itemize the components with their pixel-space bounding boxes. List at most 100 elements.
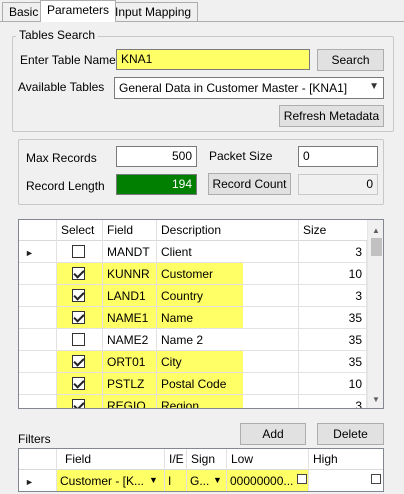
field-cell[interactable]: PSTLZ [103, 373, 157, 395]
select-checkbox[interactable] [72, 377, 85, 390]
max-records-label: Max Records [26, 151, 97, 165]
select-cell [57, 351, 103, 373]
filter-row-header[interactable]: ► [19, 470, 57, 491]
filter-header-sign[interactable]: Sign [187, 449, 227, 470]
chevron-down-icon: ▼ [369, 81, 379, 92]
tab-input-mapping[interactable]: Input Mapping [108, 2, 199, 21]
filter-header-field[interactable]: Field [57, 449, 165, 470]
row-header[interactable] [19, 373, 57, 395]
select-checkbox[interactable] [72, 245, 85, 258]
header-field[interactable]: Field [103, 220, 157, 241]
select-cell [57, 307, 103, 329]
filter-field-select[interactable]: Customer - [K... ▼ [57, 470, 165, 491]
scroll-thumb[interactable] [371, 238, 382, 256]
select-checkbox[interactable] [72, 311, 85, 324]
size-cell[interactable]: 35 [299, 351, 367, 373]
filter-header-ie[interactable]: I/E [165, 449, 187, 470]
max-records-input[interactable]: 500 [116, 146, 197, 167]
table-row[interactable]: ORT01 City 35 [19, 351, 367, 373]
description-cell[interactable]: Country [157, 285, 299, 307]
field-cell[interactable]: NAME1 [103, 307, 157, 329]
field-cell[interactable]: LAND1 [103, 285, 157, 307]
field-cell[interactable]: NAME2 [103, 329, 157, 351]
row-header[interactable] [19, 285, 57, 307]
available-tables-select[interactable]: General Data in Customer Master - [KNA1]… [114, 77, 384, 99]
size-cell[interactable]: 10 [299, 373, 367, 395]
chevron-down-icon: ▼ [213, 475, 222, 485]
size-cell[interactable]: 3 [299, 395, 367, 408]
filter-sign-select[interactable]: G... ▼ [187, 470, 227, 491]
size-cell[interactable]: 10 [299, 263, 367, 285]
table-row[interactable]: LAND1 Country 3 [19, 285, 367, 307]
size-cell[interactable]: 3 [299, 241, 367, 263]
row-header-column [19, 220, 57, 241]
filter-ie-select[interactable]: I [165, 470, 187, 491]
row-header[interactable] [19, 351, 57, 373]
packet-size-input[interactable]: 0 [298, 146, 378, 167]
field-cell[interactable]: REGIO [103, 395, 157, 408]
select-checkbox[interactable] [72, 399, 85, 408]
description-text: Country [157, 285, 243, 306]
field-cell[interactable]: KUNNR [103, 263, 157, 285]
size-cell[interactable]: 3 [299, 285, 367, 307]
scroll-down-icon[interactable]: ▼ [372, 395, 380, 404]
ellipsis-icon[interactable] [371, 474, 381, 484]
table-row[interactable]: NAME1 Name 35 [19, 307, 367, 329]
description-cell[interactable]: Name [157, 307, 299, 329]
search-button[interactable]: Search [317, 49, 384, 71]
row-header[interactable] [19, 263, 57, 285]
filter-ie-value: I [168, 474, 172, 488]
description-cell[interactable]: Name 2 [157, 329, 299, 351]
filters-grid: Field I/E Sign Low High ► Customer - [K.… [18, 448, 384, 492]
size-cell[interactable]: 35 [299, 307, 367, 329]
header-size[interactable]: Size [299, 220, 367, 241]
table-row[interactable]: NAME2 Name 2 35 [19, 329, 367, 351]
table-row[interactable]: PSTLZ Postal Code 10 [19, 373, 367, 395]
select-checkbox[interactable] [72, 355, 85, 368]
table-row[interactable]: KUNNR Customer 10 [19, 263, 367, 285]
description-cell[interactable]: City [157, 351, 299, 373]
select-checkbox[interactable] [72, 333, 85, 346]
filter-low-input[interactable]: 00000000... [227, 470, 309, 491]
filter-header-high[interactable]: High [309, 449, 383, 470]
delete-filter-button[interactable]: Delete [317, 423, 384, 445]
refresh-metadata-button[interactable]: Refresh Metadata [279, 105, 384, 127]
fields-grid: Select Field Description Size ► MANDT Clie… [18, 219, 384, 409]
select-cell [57, 373, 103, 395]
row-header[interactable] [19, 329, 57, 351]
tables-search-title: Tables Search [16, 28, 99, 42]
row-header[interactable] [19, 307, 57, 329]
header-description[interactable]: Description [157, 220, 299, 241]
header-select[interactable]: Select [57, 220, 103, 241]
tab-parameters[interactable]: Parameters [40, 0, 117, 22]
table-row[interactable]: ► MANDT Client 3 [19, 241, 367, 263]
row-header[interactable]: ► [19, 241, 57, 263]
field-cell[interactable]: MANDT [103, 241, 157, 263]
description-cell[interactable]: Region [157, 395, 299, 408]
table-row[interactable]: REGIO Region 3 [19, 395, 367, 408]
select-cell [57, 329, 103, 351]
description-cell[interactable]: Client [157, 241, 299, 263]
add-filter-button[interactable]: Add [240, 423, 306, 445]
filter-row-header-column [19, 449, 57, 470]
available-tables-label: Available Tables [18, 80, 105, 94]
filter-field-value: Customer - [K... [60, 474, 145, 488]
description-cell[interactable]: Postal Code [157, 373, 299, 395]
scroll-up-icon[interactable]: ▲ [372, 226, 380, 235]
select-checkbox[interactable] [72, 267, 85, 280]
table-name-input[interactable]: KNA1 [116, 49, 310, 70]
field-cell[interactable]: ORT01 [103, 351, 157, 373]
tab-basic[interactable]: Basic [2, 2, 46, 21]
filter-high-input[interactable] [309, 470, 383, 491]
size-cell[interactable]: 35 [299, 329, 367, 351]
description-cell[interactable]: Customer [157, 263, 299, 285]
description-text: Customer [157, 263, 243, 284]
filters-label: Filters [18, 432, 51, 446]
fields-grid-scrollbar[interactable]: ▲ ▼ [367, 220, 383, 408]
select-checkbox[interactable] [72, 289, 85, 302]
record-length-label: Record Length [26, 179, 105, 193]
filter-header-low[interactable]: Low [227, 449, 309, 470]
row-header[interactable] [19, 395, 57, 408]
record-count-button[interactable]: Record Count [208, 173, 291, 195]
ellipsis-icon[interactable] [297, 474, 307, 484]
